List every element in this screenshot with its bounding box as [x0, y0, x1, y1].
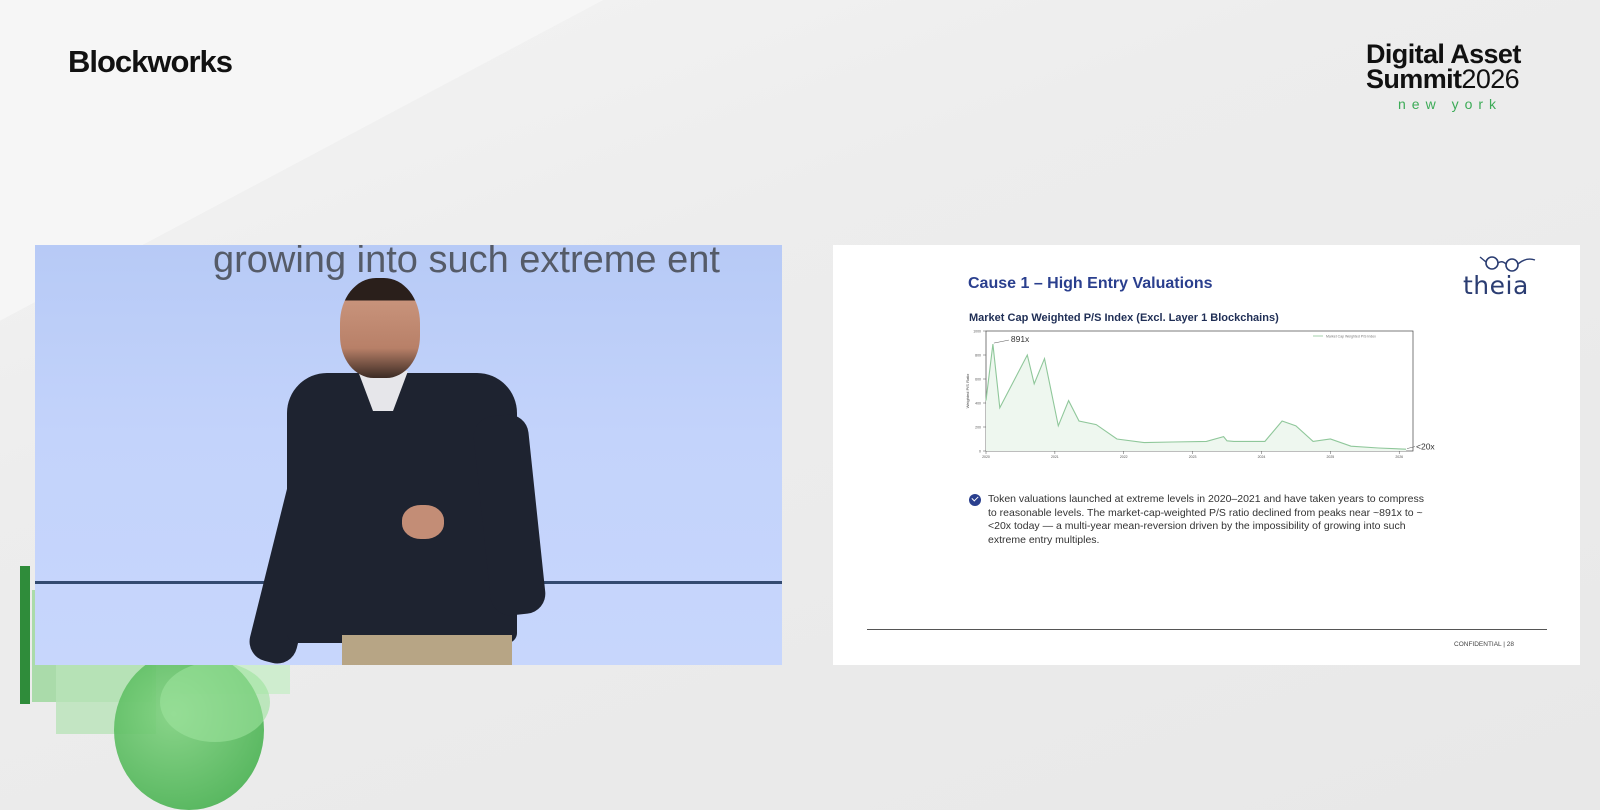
slide-footer: CONFIDENTIAL | 28 — [1454, 641, 1514, 648]
annotation-leader — [1406, 446, 1416, 449]
decorative-green-bar — [20, 566, 30, 704]
x-tick-label: 2021 — [1051, 455, 1059, 459]
y-tick-label: 400 — [975, 402, 981, 406]
bullet-text: Token valuations launched at extreme lev… — [988, 493, 1425, 546]
speaker-video-feed: growing into such extreme ent — [35, 245, 782, 665]
theia-logo: theia — [1463, 253, 1539, 303]
ps-index-chart: 0 200 400 600 800 1000 2020 2021 2022 2023 2024 202… — [965, 330, 1435, 460]
das-logo-summit: Summit — [1366, 64, 1462, 94]
x-tick-label: 2025 — [1326, 455, 1334, 459]
presentation-slide: Cause 1 – High Entry Valuations theia Ma… — [833, 245, 1580, 665]
x-tick-label: 2022 — [1120, 455, 1128, 459]
y-tick-label: 200 — [975, 426, 981, 430]
slide-divider — [867, 629, 1547, 630]
x-tick-label: 2024 — [1258, 455, 1266, 459]
das-logo-city: new york — [1398, 96, 1503, 112]
speaker-hand — [402, 505, 444, 539]
bullet-point: Token valuations launched at extreme lev… — [969, 493, 1429, 547]
chart-title: Market Cap Weighted P/S Index (Excl. Lay… — [969, 312, 1279, 324]
y-tick-label: 600 — [975, 378, 981, 382]
x-tick-label: 2020 — [982, 455, 990, 459]
x-tick-label: 2026 — [1395, 455, 1403, 459]
speaker-head — [340, 278, 420, 378]
das-logo-line2: Summit2026 — [1366, 64, 1532, 94]
y-tick-label: 1000 — [973, 330, 981, 334]
das-logo-year: 2026 — [1461, 64, 1520, 94]
y-axis-label: Weighted P/S Ratio — [965, 373, 970, 409]
y-tick-label: 800 — [975, 354, 981, 358]
legend-label: Market Cap Weighted P/S Index — [1326, 335, 1376, 339]
theia-logo-text: theia — [1463, 271, 1529, 300]
y-tick-label: 0 — [979, 450, 981, 454]
decorative-green-circle — [160, 662, 270, 742]
slide-title: Cause 1 – High Entry Valuations — [968, 275, 1213, 292]
annotation-peak: 891x — [1011, 334, 1030, 344]
annotation-leader — [993, 339, 1009, 344]
speaker-figure — [245, 275, 592, 665]
x-tick-label: 2023 — [1189, 455, 1197, 459]
digital-asset-summit-logo: Digital Asset Summit2026 new york — [1366, 41, 1532, 113]
check-circle-icon — [969, 494, 981, 506]
annotation-current: <20x — [1416, 442, 1435, 452]
speaker-pants — [342, 635, 512, 665]
blockworks-logo: Blockworks — [68, 44, 233, 79]
series-area — [986, 344, 1407, 451]
